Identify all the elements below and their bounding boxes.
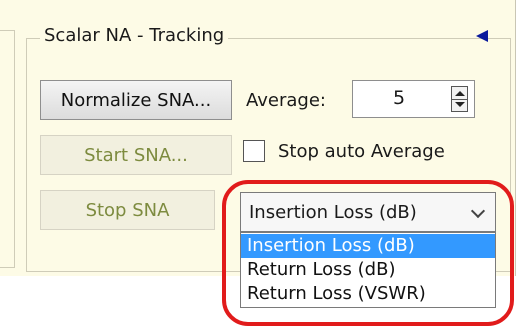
left-arrow-icon[interactable] [476,30,488,42]
option-return-loss-vswr[interactable]: Return Loss (VSWR) [241,282,495,306]
average-value: 5 [393,87,406,109]
option-insertion-loss-db[interactable]: Insertion Loss (dB) [241,234,495,258]
average-spinbox[interactable]: 5 [352,80,475,118]
stop-auto-average-checkbox[interactable] [243,140,265,162]
measurement-select[interactable]: Insertion Loss (dB) [240,192,496,232]
left-panel-edge [0,30,15,268]
stop-auto-average-label: Stop auto Average [278,141,445,162]
normalize-sna-button[interactable]: Normalize SNA... [40,80,232,120]
average-label: Average: [246,90,326,111]
start-sna-button[interactable]: Start SNA... [40,135,232,175]
option-return-loss-db[interactable]: Return Loss (dB) [241,258,495,282]
stop-sna-button[interactable]: Stop SNA [40,190,215,230]
measurement-dropdown-list: Insertion Loss (dB) Return Loss (dB) Ret… [240,232,496,308]
spin-divider [452,99,467,100]
group-title: Scalar NA - Tracking [40,25,229,46]
spin-up-icon[interactable] [455,91,465,96]
spin-down-icon[interactable] [455,102,465,107]
chevron-down-icon[interactable] [470,203,486,219]
spin-buttons[interactable] [451,86,468,112]
selected-measurement: Insertion Loss (dB) [249,202,417,223]
